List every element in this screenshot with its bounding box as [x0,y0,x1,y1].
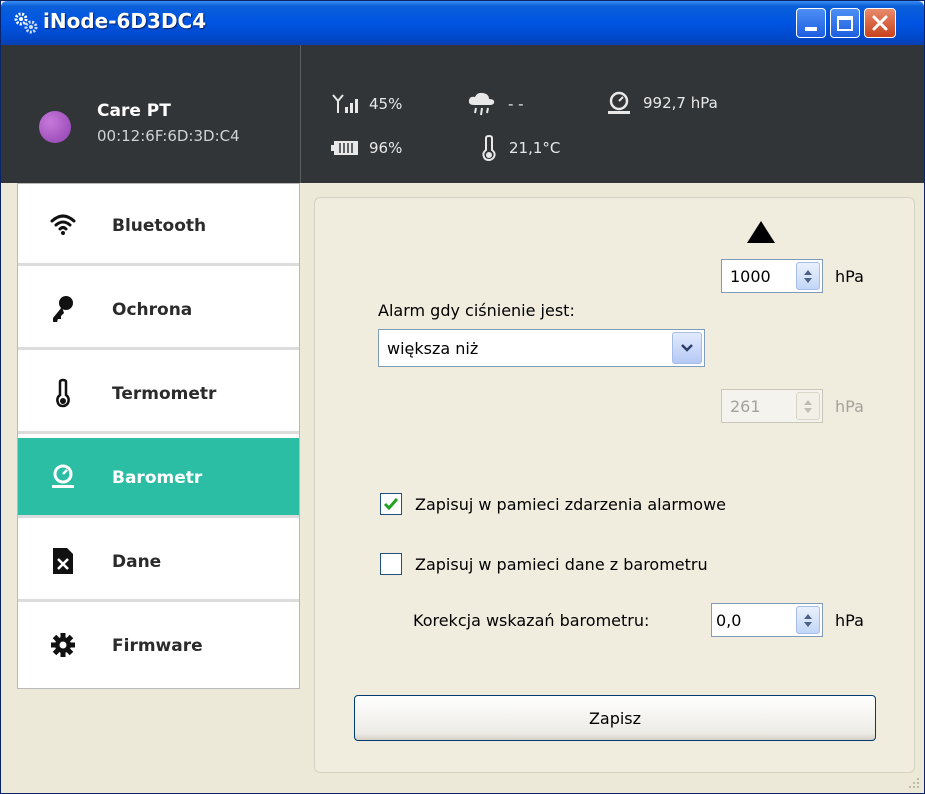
spin-up-icon [804,269,812,275]
spin-down-icon [804,621,812,627]
weather-stat: - - [466,91,524,117]
close-icon [872,15,888,31]
pressure-value: 992,7 hPa [643,94,718,112]
dropdown-button[interactable] [672,332,702,364]
sidebar-item-label: Termometr [112,384,217,404]
maximize-button[interactable] [830,8,860,38]
gears-icon [14,12,38,34]
minimize-icon [805,27,817,31]
battery-value: 96% [369,139,403,157]
spin-up-icon [804,399,812,405]
thermometer-icon [482,135,496,161]
sidebar-item-termometr[interactable]: Termometr [18,354,299,434]
save-button[interactable]: Zapisz [354,695,876,741]
alarm-condition-value: większa niż [387,339,479,358]
lower-threshold-value: 261 [730,397,761,416]
correction-value: 0,0 [716,611,742,630]
thermometer-icon [56,378,70,408]
battery-icon [331,141,358,155]
sidebar-item-barometr[interactable]: Barometr [18,438,299,518]
arrow-up-icon [747,221,775,243]
close-button[interactable] [864,8,896,38]
sidebar-item-label: Bluetooth [112,216,207,236]
device-info: Care PT 00:12:6F:6D:3D:C4 [1,45,301,183]
checkmark-icon [383,498,399,511]
save-data-label[interactable]: Zapisuj w pamieci dane z barometru [415,555,708,574]
alarm-condition-select[interactable]: większa niż [378,329,705,367]
signal-icon [332,94,358,113]
device-name: Care PT [97,101,171,121]
save-alarms-label[interactable]: Zapisuj w pamieci zdarzenia alarmowe [415,495,726,514]
save-data-checkbox[interactable] [380,553,402,575]
file-delete-icon [53,548,73,574]
save-alarms-checkbox[interactable] [380,493,402,515]
maximize-icon [837,15,853,31]
title-bar[interactable]: iNode-6D3DC4 [1,1,924,45]
sidebar-item-label: Barometr [112,468,203,488]
chevron-down-icon [681,344,693,352]
minimize-button[interactable] [796,8,826,38]
device-header: Care PT 00:12:6F:6D:3D:C4 45% - - 992,7 … [1,45,924,183]
gear-icon [51,633,75,657]
spinner-arrows[interactable] [796,392,820,420]
barometer-icon [52,464,74,488]
upper-threshold-unit: hPa [835,267,864,286]
spinner-arrows[interactable] [796,262,820,290]
sidebar-item-label: Firmware [112,636,203,656]
wifi-icon [50,214,76,235]
correction-label: Korekcja wskazań barometru: [413,611,650,630]
upper-threshold-value: 1000 [730,267,771,286]
lower-threshold-spinbox[interactable]: 261 [721,389,823,423]
signal-value: 45% [369,95,403,113]
key-icon [53,296,73,322]
sidebar-item-firmware[interactable]: Firmware [18,606,299,686]
spin-up-icon [804,613,812,619]
alarm-condition-label: Alarm gdy ciśnienie jest: [378,301,575,320]
sidebar-item-label: Ochrona [112,300,193,320]
sidebar: Bluetooth Ochrona Termometr Barometr Dan… [17,183,300,689]
temperature-value: 21,1°C [509,139,561,157]
sidebar-item-dane[interactable]: Dane [18,522,299,602]
window-title: iNode-6D3DC4 [43,9,207,33]
weather-value: - - [508,95,524,113]
resize-grip-icon[interactable] [908,777,920,789]
pressure-stat: 992,7 hPa [605,91,718,115]
upper-threshold-spinbox[interactable]: 1000 [721,259,823,293]
cloud-rain-icon [468,92,495,116]
device-mac: 00:12:6F:6D:3D:C4 [97,127,240,145]
correction-spinbox[interactable]: 0,0 [711,603,823,637]
barometer-icon [608,91,630,114]
battery-stat: 96% [331,139,402,157]
sidebar-item-label: Dane [112,552,162,572]
device-avatar-icon [39,111,71,143]
signal-stat: 45% [331,93,402,115]
sidebar-item-bluetooth[interactable]: Bluetooth [18,186,299,266]
barometer-settings-panel [314,197,915,773]
correction-unit: hPa [835,611,864,630]
lower-threshold-unit: hPa [835,397,864,416]
sidebar-item-ochrona[interactable]: Ochrona [18,270,299,350]
spinner-arrows[interactable] [796,606,820,634]
spin-down-icon [804,407,812,413]
spin-down-icon [804,277,812,283]
temperature-stat: 21,1°C [479,135,560,161]
app-window: iNode-6D3DC4 Care PT 00:12:6F:6D:3D:C4 4… [0,0,925,794]
